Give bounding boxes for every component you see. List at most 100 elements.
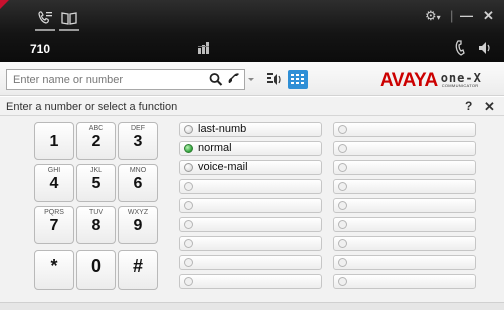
search-toolbar: AVAYA one-X COMMUNICATOR [0,62,504,96]
speed-dial-button-right-6[interactable] [333,217,476,232]
panel-heading: Enter a number or select a function [6,101,178,113]
key-letters: TUV [89,209,103,216]
key-5[interactable]: JKL 5 [76,164,116,202]
status-led-icon [338,258,347,267]
key-letters: WXYZ [127,209,149,216]
speed-dial-button-left-1[interactable]: last-numb [179,122,322,137]
voicemail-speaker-icon[interactable] [264,70,284,89]
search-icon[interactable] [208,71,224,88]
status-led-icon [338,201,347,210]
key-digit: 2 [91,133,101,150]
speed-dial-button-left-8[interactable] [179,255,322,270]
speed-dial-label: voice-mail [198,161,248,173]
status-led-icon [184,239,193,248]
key-8[interactable]: TUV 8 [76,206,116,244]
key-letters [35,125,73,133]
key-digit: 6 [133,175,143,192]
phone-icon[interactable] [454,40,468,56]
speed-dial-button-left-5[interactable] [179,198,322,213]
speed-dial-button-right-2[interactable] [333,141,476,156]
speed-dial-button-right-1[interactable] [333,122,476,137]
status-led-icon [338,239,347,248]
avaya-logo: AVAYA one-X COMMUNICATOR [380,70,485,91]
close-icon[interactable]: ✕ [483,8,494,24]
speed-dial-button-left-4[interactable] [179,179,322,194]
status-led-icon [338,144,347,153]
contacts-tab-indicator [59,29,79,31]
key-digit: 8 [91,217,101,234]
key-1[interactable]: 1 [34,122,74,160]
dialpad-icon[interactable] [288,70,308,89]
key-6[interactable]: MNO 6 [118,164,158,202]
minimize-icon[interactable]: — [460,8,473,24]
status-led-icon [184,258,193,267]
key-digit: 3 [133,133,143,150]
speed-dial-button-right-8[interactable] [333,255,476,270]
key-digit: * [50,256,58,276]
speed-dial-button-left-6[interactable] [179,217,322,232]
speaker-icon[interactable] [478,40,492,56]
speed-dial-label: normal [198,142,232,154]
status-led-icon [184,163,193,172]
status-led-icon [338,277,347,286]
bottom-edge [0,302,504,310]
key-hash[interactable]: # [118,250,158,290]
key-letters: JKL [89,167,103,174]
status-led-icon [184,220,193,229]
key-9[interactable]: WXYZ 9 [118,206,158,244]
speed-dial-button-right-5[interactable] [333,198,476,213]
call-log-tab-indicator [35,29,55,31]
key-letters: GHI [47,167,61,174]
status-led-icon [184,201,193,210]
status-led-icon [338,182,347,191]
key-3[interactable]: DEF 3 [118,122,158,160]
key-7[interactable]: PQRS 7 [34,206,74,244]
divider [0,115,504,116]
status-icon[interactable] [198,40,210,54]
speed-dial-button-right-3[interactable] [333,160,476,175]
call-dropdown-icon[interactable] [246,70,256,89]
status-led-icon [338,220,347,229]
key-4[interactable]: GHI 4 [34,164,74,202]
call-log-icon[interactable] [37,10,53,26]
status-led-icon [338,125,347,134]
speed-dial-button-right-4[interactable] [333,179,476,194]
speed-dial-button-left-9[interactable] [179,274,322,289]
key-letters: PQRS [44,209,64,216]
title-bar: ⚙▾ | — ✕ 710 [0,0,504,62]
status-led-icon [184,182,193,191]
key-letters: ABC [88,125,104,132]
separator: | [450,8,454,23]
key-letters: MNO [129,167,147,174]
panel-close-icon[interactable]: ✕ [484,99,495,115]
settings-icon[interactable]: ⚙▾ [425,8,441,26]
key-digit: 0 [90,256,101,276]
speed-dial-button-left-7[interactable] [179,236,322,251]
key-letters: DEF [131,125,145,132]
avaya-wordmark: AVAYA [380,70,438,91]
speed-dial-button-left-3[interactable]: voice-mail [179,160,322,175]
search-input[interactable] [7,70,203,89]
key-digit: 7 [49,217,59,234]
corner-accent [0,0,9,9]
key-star[interactable]: * [34,250,74,290]
key-digit: 9 [133,217,143,234]
key-0[interactable]: 0 [76,250,116,290]
search-field [6,69,245,90]
key-digit: 5 [91,175,101,192]
extension-number: 710 [30,42,51,56]
speed-dial-button-right-7[interactable] [333,236,476,251]
contacts-icon[interactable] [61,10,77,26]
speed-dial-button-left-2[interactable]: normal [179,141,322,156]
status-led-icon [184,144,193,153]
speed-dial-label: last-numb [198,123,247,135]
speed-dial-button-right-9[interactable] [333,274,476,289]
key-2[interactable]: ABC 2 [76,122,116,160]
call-icon[interactable] [226,71,242,88]
onex-logo: one-X COMMUNICATOR [440,71,482,88]
help-icon[interactable]: ? [465,99,472,113]
key-digit: 4 [49,175,59,192]
status-led-icon [184,277,193,286]
status-led-icon [338,163,347,172]
key-digit: 1 [49,133,59,150]
